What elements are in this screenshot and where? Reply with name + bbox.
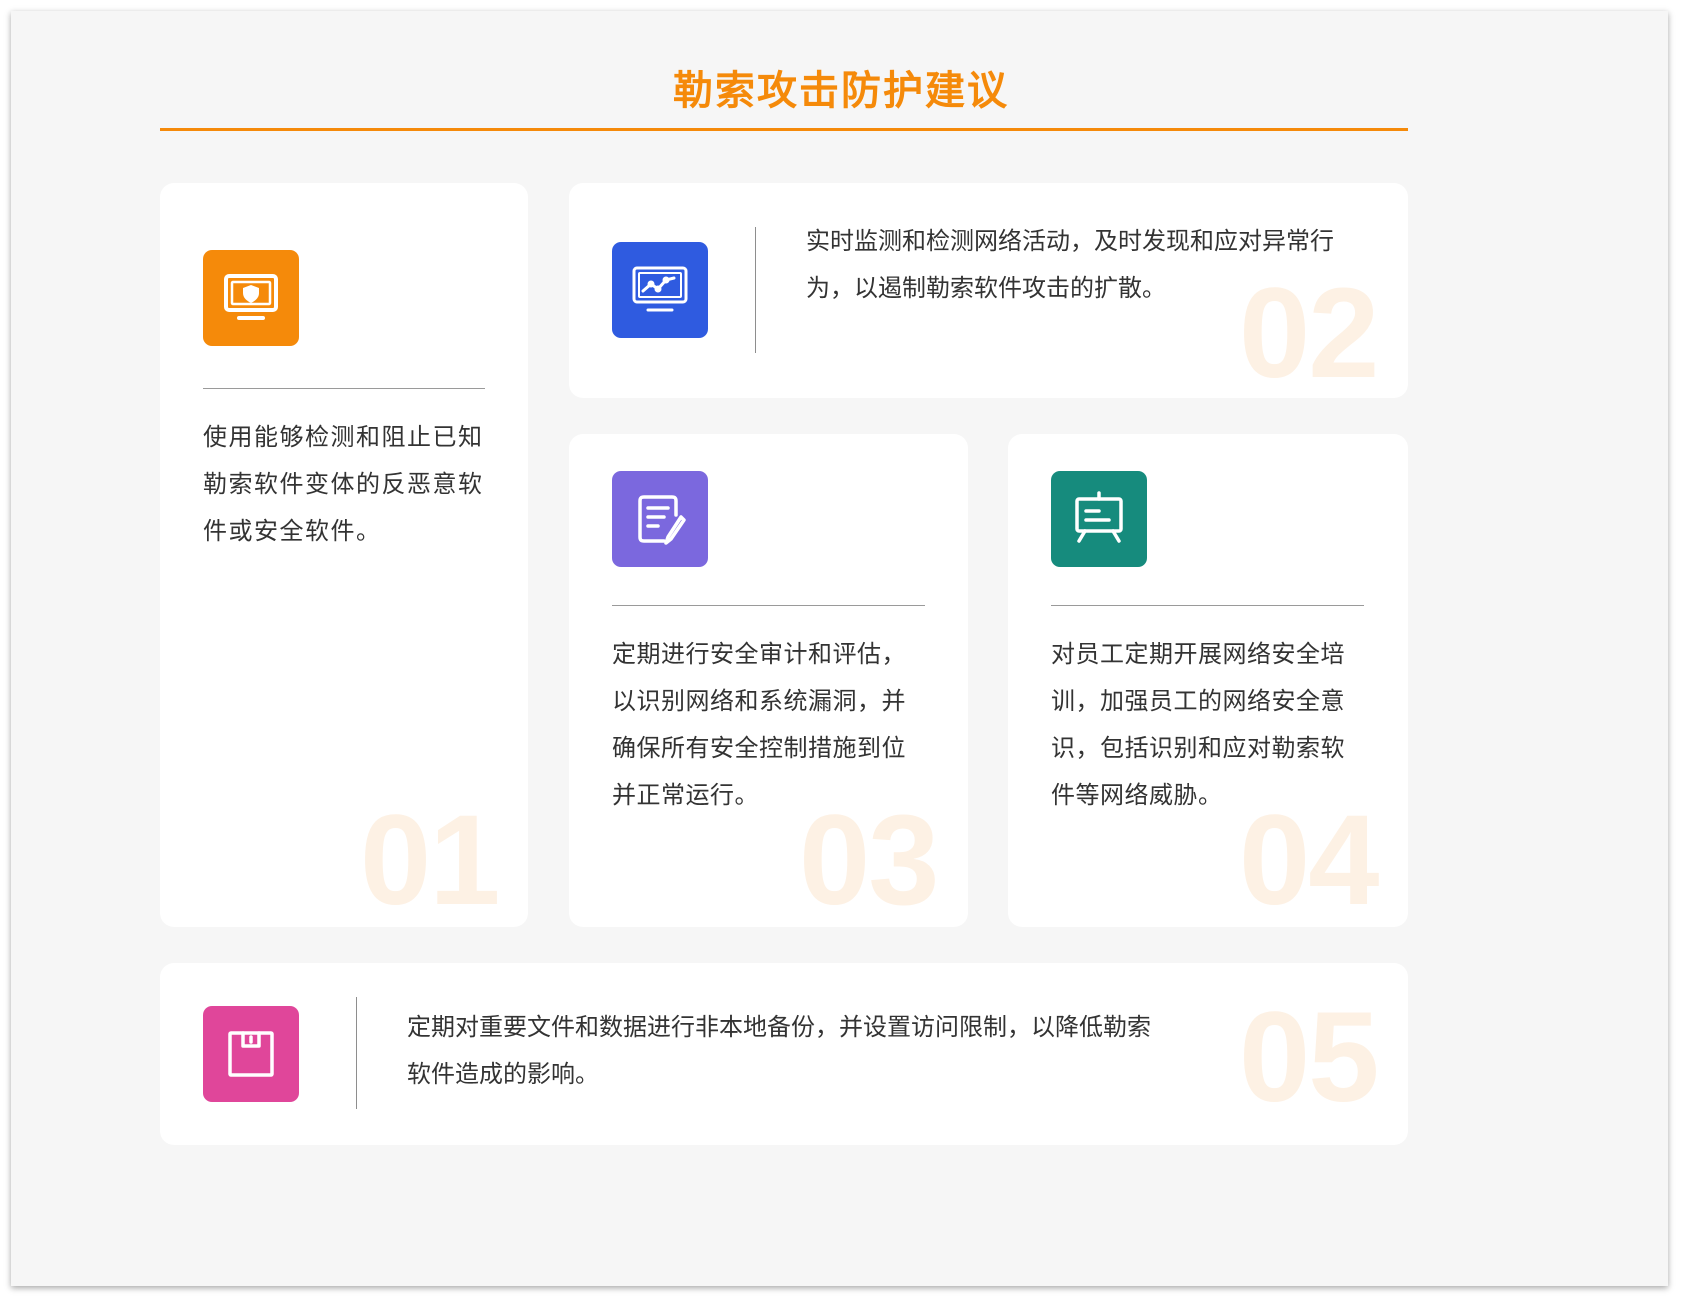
- tip-card-04: 04 对员工定期开展网络安全培训，加强员工的网络安全意识，包括识别和应对勒索软件…: [1008, 434, 1408, 927]
- backup-box-icon: [203, 1006, 299, 1102]
- card-divider: [203, 388, 485, 389]
- presentation-board-icon: [1051, 471, 1147, 567]
- title-divider: [160, 128, 1408, 131]
- card-text: 定期进行安全审计和评估，以识别网络和系统漏洞，并确保所有安全控制措施到位并正常运…: [612, 640, 906, 809]
- document-edit-icon: [612, 471, 708, 567]
- card-divider: [755, 227, 756, 353]
- tip-card-05: 05 定期对重要文件和数据进行非本地备份，并设置访问限制，以降低勒索软件造成的影…: [160, 963, 1408, 1145]
- card-number: 01: [360, 789, 500, 927]
- card-text: 实时监测和检测网络活动，及时发现和应对异常行为，以遏制勒索软件攻击的扩散。: [806, 227, 1334, 302]
- card-number: 05: [1239, 986, 1379, 1129]
- page-title: 勒索攻击防护建议: [673, 68, 1009, 114]
- card-text: 对员工定期开展网络安全培训，加强员工的网络安全意识，包括识别和应对勒索软件等网络…: [1051, 640, 1345, 809]
- card-divider: [1051, 605, 1364, 606]
- tip-card-03: 03 定期进行安全审计和评估，以识别网络和系统漏洞，并确保所有安全控制措施到位并…: [569, 434, 968, 927]
- card-text: 定期对重要文件和数据进行非本地备份，并设置访问限制，以降低勒索软件造成的影响。: [407, 1013, 1151, 1088]
- card-text: 使用能够检测和阻止已知勒索软件变体的反恶意软件或安全软件。: [203, 423, 484, 545]
- tip-card-01: 01 使用能够检测和阻止已知勒索软件变体的反恶意软件或安全软件。: [160, 183, 528, 927]
- monitor-shield-icon: [203, 250, 299, 346]
- tip-card-02: 02 实时监测和检测网络活动，及时发现和应对异常行为，以遏制勒索软件攻击的扩散。: [569, 183, 1408, 398]
- monitor-chart-icon: [612, 242, 708, 338]
- card-divider: [356, 997, 357, 1109]
- card-divider: [612, 605, 925, 606]
